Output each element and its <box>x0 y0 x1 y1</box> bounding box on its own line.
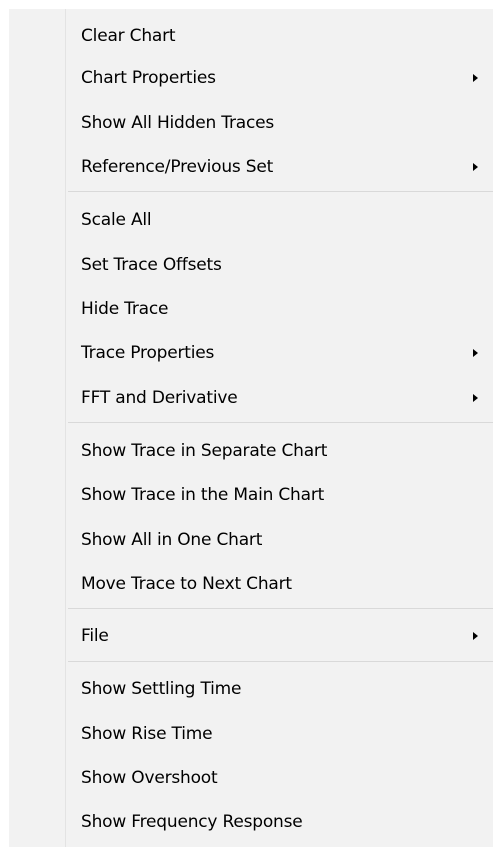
menu-separator <box>68 661 493 662</box>
menu-item-label: Move Trace to Next Chart <box>81 574 292 594</box>
menu-item-hide-trace[interactable]: Hide Trace <box>9 291 493 327</box>
menu-item-label: Hide Trace <box>81 299 169 319</box>
chevron-right-icon <box>473 163 478 171</box>
menu-item-scale-all[interactable]: Scale All <box>9 202 493 238</box>
menu-item-fft-and-derivative[interactable]: FFT and Derivative <box>9 380 493 416</box>
menu-item-label: Trace Properties <box>81 343 215 363</box>
menu-item-label: FFT and Derivative <box>81 388 238 408</box>
menu-item-label: Scale All <box>81 210 152 230</box>
menu-item-show-all-in-one-chart[interactable]: Show All in One Chart <box>9 522 493 558</box>
menu-separator <box>68 191 493 192</box>
menu-item-label: Show Rise Time <box>81 724 213 744</box>
menu-item-file[interactable]: File <box>9 618 493 654</box>
menu-item-show-frequency-response[interactable]: Show Frequency Response <box>9 804 493 840</box>
chevron-right-icon <box>473 394 478 402</box>
menu-item-label: Show Trace in Separate Chart <box>81 441 328 461</box>
menu-item-show-trace-in-main-chart[interactable]: Show Trace in the Main Chart <box>9 477 493 513</box>
menu-item-set-trace-offsets[interactable]: Set Trace Offsets <box>9 247 493 283</box>
menu-item-move-trace-to-next-chart[interactable]: Move Trace to Next Chart <box>9 566 493 602</box>
menu-item-label: Chart Properties <box>81 68 216 88</box>
menu-item-label: File <box>81 626 109 646</box>
menu-item-reference-previous-set[interactable]: Reference/Previous Set <box>9 149 493 185</box>
chevron-right-icon <box>473 349 478 357</box>
menu-item-clear-chart[interactable]: Clear Chart <box>9 18 493 54</box>
context-menu: Clear Chart Chart Properties Show All Hi… <box>9 9 493 847</box>
chevron-right-icon <box>473 632 478 640</box>
menu-item-label: Reference/Previous Set <box>81 157 274 177</box>
menu-item-show-settling-time[interactable]: Show Settling Time <box>9 671 493 707</box>
menu-item-label: Show Frequency Response <box>81 812 303 832</box>
menu-item-show-all-hidden-traces[interactable]: Show All Hidden Traces <box>9 105 493 141</box>
menu-item-label: Show All Hidden Traces <box>81 113 275 133</box>
menu-separator <box>68 422 493 423</box>
chevron-right-icon <box>473 74 478 82</box>
menu-item-chart-properties[interactable]: Chart Properties <box>9 60 493 96</box>
menu-item-label: Show Trace in the Main Chart <box>81 485 325 505</box>
menu-item-show-overshoot[interactable]: Show Overshoot <box>9 760 493 796</box>
menu-item-label: Set Trace Offsets <box>81 255 222 275</box>
menu-item-label: Clear Chart <box>81 26 176 46</box>
menu-item-label: Show Overshoot <box>81 768 218 788</box>
menu-separator <box>68 608 493 609</box>
menu-item-label: Show Settling Time <box>81 679 242 699</box>
menu-item-trace-properties[interactable]: Trace Properties <box>9 335 493 371</box>
menu-item-show-rise-time[interactable]: Show Rise Time <box>9 716 493 752</box>
menu-item-label: Show All in One Chart <box>81 530 263 550</box>
menu-item-show-trace-in-separate-chart[interactable]: Show Trace in Separate Chart <box>9 433 493 469</box>
